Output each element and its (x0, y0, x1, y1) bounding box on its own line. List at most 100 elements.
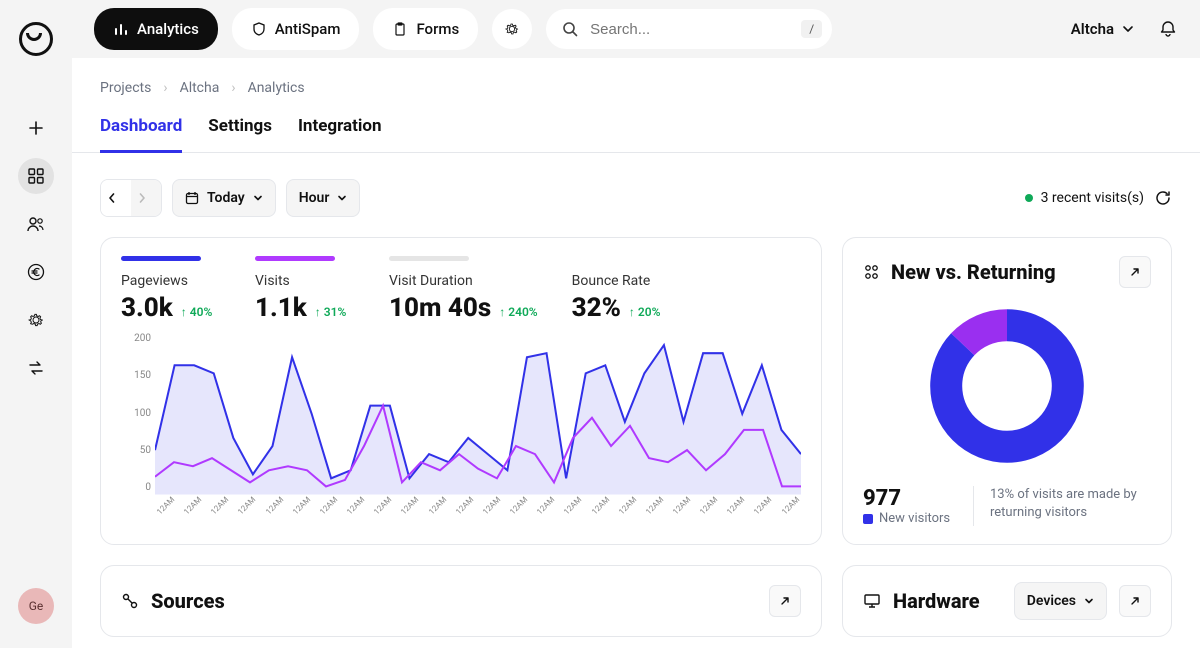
period-select[interactable]: Today (172, 179, 276, 217)
gear-icon (504, 21, 520, 37)
refresh-button[interactable] (1154, 189, 1172, 207)
rail-dashboard[interactable] (18, 158, 54, 194)
search-input[interactable] (588, 20, 791, 39)
crumb-projects[interactable]: Projects (100, 80, 151, 96)
metric-value: 3.0k↑ 40% (121, 293, 221, 323)
chevron-down-icon (1122, 23, 1134, 35)
crumb-current: Analytics (248, 80, 305, 96)
tabs: Dashboard Settings Integration (72, 110, 1200, 153)
nav-analytics-label: Analytics (137, 20, 199, 38)
granularity-select[interactable]: Hour (286, 179, 361, 217)
crumb-altcha[interactable]: Altcha (180, 80, 220, 96)
rail-transfer[interactable] (18, 350, 54, 386)
hardware-card: Hardware Devices (842, 565, 1172, 637)
sources-card: Sources (100, 565, 822, 637)
expand-button[interactable] (1119, 585, 1151, 617)
monitor-icon (863, 592, 881, 610)
period-nav (100, 179, 162, 217)
tab-dashboard[interactable]: Dashboard (100, 110, 182, 153)
search-box[interactable]: / (546, 9, 832, 49)
overview-card: Pageviews 3.0k↑ 40% Visits1.1k↑ 31% Visit D… (100, 237, 822, 545)
chevron-down-icon (1084, 596, 1094, 606)
period-next (131, 180, 161, 216)
breadcrumb: Projects › Altcha › Analytics (72, 58, 1200, 110)
metric-bar (255, 256, 335, 261)
calendar-icon (185, 191, 199, 205)
nav-forms-label: Forms (416, 20, 459, 38)
nav-forms-pill[interactable]: Forms (373, 8, 478, 50)
rail-billing[interactable] (18, 254, 54, 290)
topbar: Analytics AntiSpam Forms / Altcha (72, 0, 1200, 58)
nav-settings-button[interactable] (492, 9, 532, 49)
period-prev[interactable] (101, 180, 131, 216)
page-panel: Projects › Altcha › Analytics Dashboard … (72, 58, 1200, 648)
grid-icon (28, 168, 44, 184)
legend-swatch (863, 514, 873, 524)
metric-value: 10m 40s↑ 240% (389, 293, 538, 323)
euro-icon (27, 263, 45, 281)
tab-integration[interactable]: Integration (298, 110, 382, 153)
swap-icon (27, 359, 45, 377)
bell-icon (1158, 19, 1178, 39)
card-title: Sources (151, 589, 757, 613)
hardware-select[interactable]: Devices (1014, 582, 1107, 620)
arrow-out-icon (779, 595, 791, 607)
plus-icon (28, 120, 44, 136)
metric-delta: ↑ 240% (499, 305, 537, 319)
arrow-out-icon (1129, 266, 1141, 278)
nav-antispam-label: AntiSpam (275, 20, 341, 38)
arrow-out-icon (1129, 595, 1141, 607)
period-label: Today (207, 190, 245, 206)
metric-label: Pageviews (121, 273, 221, 289)
crumb-sep: › (163, 80, 167, 96)
metric-value: 32%↑ 20% (572, 293, 672, 323)
rail-settings[interactable] (18, 302, 54, 338)
user-avatar[interactable]: Ge (18, 588, 54, 624)
chevron-left-icon (107, 193, 117, 203)
notifications-button[interactable] (1158, 19, 1178, 39)
crumb-sep: › (231, 80, 235, 96)
source-icon (121, 592, 139, 610)
sidebar: Ge (0, 0, 72, 648)
bar-chart-icon (113, 21, 129, 37)
nav-analytics-pill[interactable]: Analytics (94, 8, 218, 50)
user-group-icon (863, 263, 881, 281)
clipboard-icon (392, 21, 408, 37)
nav-antispam-pill[interactable]: AntiSpam (232, 8, 360, 50)
new-count: 977 (863, 486, 973, 511)
returning-note: 13% of visits are made by returning visi… (990, 486, 1151, 522)
shortcut-key: / (801, 20, 822, 38)
metric-value: 1.1k↑ 31% (255, 293, 355, 323)
metric-delta: ↑ 40% (181, 305, 213, 319)
shield-icon (251, 21, 267, 37)
metric-pageviews[interactable]: Pageviews 3.0k↑ 40% (121, 256, 221, 323)
metric-bounce-rate[interactable]: Bounce Rate32%↑ 20% (572, 256, 672, 323)
metric-visit-duration[interactable]: Visit Duration 10m 40s↑ 240% (389, 256, 538, 323)
expand-button[interactable] (769, 585, 801, 617)
overview-chart: 200150100500 12AM12AM12AM12AM12AM12AM12A… (121, 333, 801, 513)
metric-delta: ↑ 20% (629, 305, 661, 319)
new-vs-returning-card: New vs. Returning 977 New visitors 13% o… (842, 237, 1172, 545)
gear-icon (27, 311, 45, 329)
metric-visits[interactable]: Visits1.1k↑ 31% (255, 256, 355, 323)
chevron-down-icon (337, 193, 347, 203)
account-menu[interactable]: Altcha (1071, 20, 1134, 38)
hardware-select-label: Devices (1027, 593, 1076, 609)
metric-bar (121, 256, 201, 261)
new-label: New visitors (879, 511, 950, 526)
tab-settings[interactable]: Settings (208, 110, 272, 153)
granularity-label: Hour (299, 190, 330, 206)
users-icon (27, 215, 45, 233)
status-text: 3 recent visits(s) (1041, 190, 1144, 206)
chevron-down-icon (253, 193, 263, 203)
expand-button[interactable] (1119, 256, 1151, 288)
metric-label: Visit Duration (389, 273, 538, 289)
donut-chart (927, 306, 1087, 466)
chevron-right-icon (137, 193, 147, 203)
rail-add[interactable] (18, 110, 54, 146)
account-name: Altcha (1071, 20, 1114, 38)
card-title: Hardware (893, 589, 1002, 613)
search-icon (562, 21, 578, 37)
rail-users[interactable] (18, 206, 54, 242)
metric-delta: ↑ 31% (315, 305, 347, 319)
